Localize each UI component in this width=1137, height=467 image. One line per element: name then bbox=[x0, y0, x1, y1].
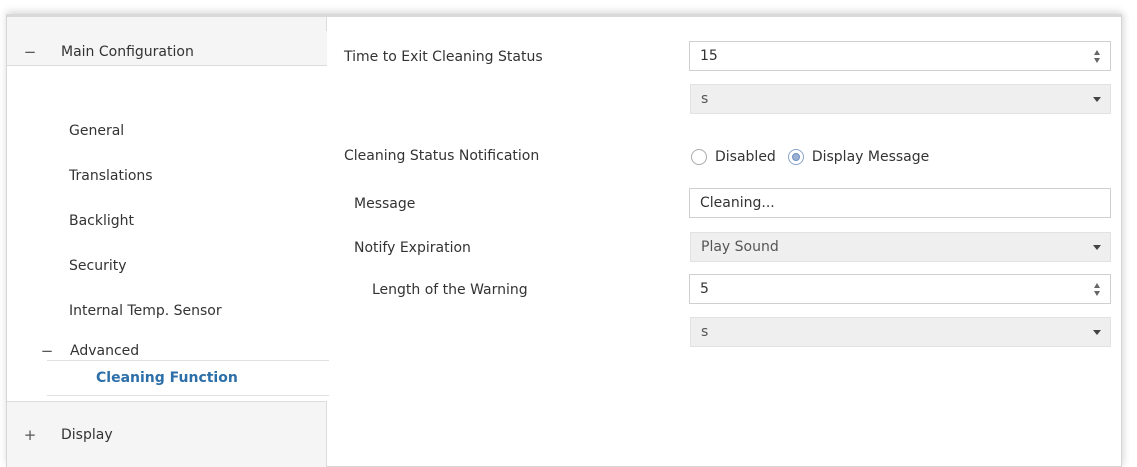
warning-length-unit-select[interactable]: s bbox=[690, 317, 1111, 347]
notify-expiration-select[interactable]: Play Sound bbox=[690, 232, 1111, 262]
chevron-down-icon bbox=[1093, 97, 1101, 102]
sidebar-group-body: General Translations Backlight Security … bbox=[7, 66, 327, 402]
message-label: Message bbox=[354, 196, 416, 212]
notification-radio-group: Disabled Display Message bbox=[691, 146, 929, 168]
sidebar-item-translations[interactable]: Translations bbox=[69, 161, 153, 191]
sidebar: − Main Configuration General Translation… bbox=[7, 17, 329, 467]
sidebar-item-security[interactable]: Security bbox=[69, 251, 127, 281]
collapse-icon[interactable]: − bbox=[40, 342, 54, 360]
exit-time-unit-select[interactable]: s bbox=[690, 84, 1111, 114]
warning-length-input[interactable]: 5 bbox=[689, 274, 1111, 304]
notify-expiration-label: Notify Expiration bbox=[354, 240, 471, 256]
radio-label-disabled: Disabled bbox=[715, 149, 776, 165]
radio-label-display-message: Display Message bbox=[811, 149, 930, 165]
sidebar-group-display[interactable]: + Display bbox=[7, 414, 327, 456]
expand-icon[interactable]: + bbox=[23, 426, 37, 444]
exit-time-label: Time to Exit Cleaning Status bbox=[344, 49, 543, 65]
sidebar-item-general[interactable]: General bbox=[69, 116, 124, 146]
chevron-down-icon bbox=[1093, 330, 1101, 335]
notification-label: Cleaning Status Notification bbox=[344, 148, 540, 164]
spinner-icon[interactable] bbox=[1092, 47, 1102, 65]
exit-time-input[interactable]: 15 bbox=[689, 41, 1111, 71]
sidebar-group-label: Display bbox=[61, 427, 113, 443]
collapse-icon[interactable]: − bbox=[23, 43, 37, 61]
sidebar-group-label: Main Configuration bbox=[61, 44, 194, 60]
radio-disabled[interactable] bbox=[691, 149, 707, 165]
app-window: − Main Configuration General Translation… bbox=[6, 14, 1122, 467]
message-input[interactable]: Cleaning... bbox=[689, 188, 1111, 218]
chevron-down-icon bbox=[1093, 245, 1101, 250]
sidebar-item-cleaning-function[interactable]: Cleaning Function bbox=[47, 360, 329, 396]
radio-display-message[interactable] bbox=[787, 149, 804, 165]
sidebar-item-backlight[interactable]: Backlight bbox=[69, 206, 134, 236]
warning-length-label: Length of the Warning bbox=[372, 282, 528, 298]
spinner-icon[interactable] bbox=[1092, 280, 1102, 298]
sidebar-item-internal-temp-sensor[interactable]: Internal Temp. Sensor bbox=[69, 296, 222, 326]
